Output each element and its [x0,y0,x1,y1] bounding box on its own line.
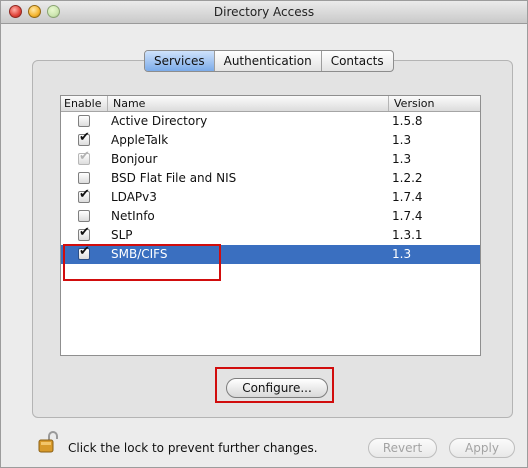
table-row[interactable]: Active Directory 1.5.8 [61,112,480,131]
table-header: Enable Name Version [61,96,480,112]
enable-checkbox[interactable] [78,244,91,261]
enable-checkbox[interactable] [78,172,91,185]
enable-checkbox[interactable] [78,210,91,223]
tab-bar: Services Authentication Contacts [144,50,394,72]
table-row[interactable]: Bonjour 1.3 [61,149,480,169]
table-row-selected[interactable]: SMB/CIFS 1.3 [61,244,480,264]
window-title: Directory Access [213,5,315,19]
apply-button[interactable]: Apply [449,438,515,458]
enable-checkbox [78,149,91,166]
service-name: LDAPv3 [111,190,157,204]
tab-authentication[interactable]: Authentication [213,51,321,71]
table-row[interactable]: NetInfo 1.7.4 [61,207,480,226]
service-version: 1.7.4 [392,209,423,223]
tab-services[interactable]: Services [145,51,214,71]
tab-contacts[interactable]: Contacts [320,51,393,71]
configure-button[interactable]: Configure... [226,378,328,398]
table-row[interactable]: LDAPv3 1.7.4 [61,187,480,207]
service-version: 1.2.2 [392,171,423,185]
enable-checkbox[interactable] [78,115,91,128]
table-row[interactable]: BSD Flat File and NIS 1.2.2 [61,169,480,188]
header-version[interactable]: Version [394,97,434,110]
service-name: Active Directory [111,114,208,128]
service-version: 1.3 [392,152,412,166]
service-name: NetInfo [111,209,155,223]
header-divider [107,96,108,111]
enable-checkbox[interactable] [78,225,91,242]
service-version: 1.3.1 [392,228,423,242]
service-name: SLP [111,228,133,242]
table-row[interactable]: AppleTalk 1.3 [61,130,480,150]
service-version: 1.3 [392,247,412,261]
lock-icon[interactable] [37,430,61,454]
service-name: BSD Flat File and NIS [111,171,237,185]
header-name[interactable]: Name [113,97,145,110]
service-name: AppleTalk [111,133,169,147]
service-name: SMB/CIFS [111,247,168,261]
lock-status-text: Click the lock to prevent further change… [68,441,318,455]
header-enable[interactable]: Enable [64,97,101,110]
service-version: 1.3 [392,133,412,147]
service-name: Bonjour [111,152,158,166]
enable-checkbox[interactable] [78,130,91,147]
header-divider [388,96,389,111]
title-bar[interactable]: Directory Access [1,1,527,24]
enable-checkbox[interactable] [78,187,91,204]
table-row[interactable]: SLP 1.3.1 [61,225,480,245]
services-table[interactable]: Enable Name Version Active Directory 1.5… [60,95,481,356]
revert-button[interactable]: Revert [368,438,437,458]
service-version: 1.5.8 [392,114,423,128]
directory-access-window: Directory Access Services Authentication… [0,0,528,468]
service-version: 1.7.4 [392,190,423,204]
